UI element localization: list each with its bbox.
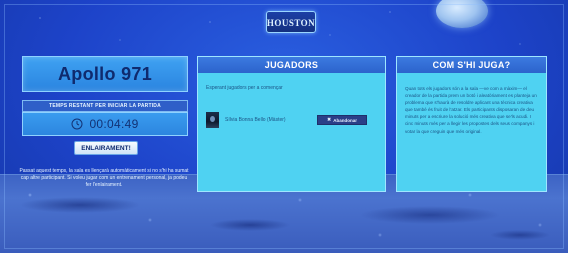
rules-text: Quan tots els jugadors són a la sala —ve… — [405, 86, 537, 134]
players-panel: JUGADORS Esperant jugadors per a comença… — [197, 56, 386, 192]
timer-value: 00:04:49 — [89, 117, 139, 131]
launch-button[interactable]: ENLAIRAMENT! — [74, 141, 138, 155]
player-name: Sílvia Bonna Bello (Màster) — [225, 117, 286, 123]
game-lobby-screen: HOUSTON Apollo 971 TEMPS RESTANT PER INI… — [0, 0, 568, 253]
leave-button-label: Abandonar — [333, 117, 357, 123]
timer-header: TEMPS RESTANT PER INICIAR LA PARTIDA — [22, 100, 188, 112]
players-panel-title: JUGADORS — [198, 57, 385, 73]
rules-panel: COM S'HI JUGA? Quan tots els jugadors só… — [396, 56, 547, 192]
houston-logo: HOUSTON — [266, 11, 316, 33]
rules-panel-title: COM S'HI JUGA? — [397, 57, 546, 73]
close-icon: ✖ — [327, 116, 332, 123]
leave-button[interactable]: ✖ Abandonar — [317, 115, 367, 125]
player-row: Sílvia Bonna Bello (Màster) ✖ Abandonar — [206, 111, 380, 129]
mission-title-box: Apollo 971 — [22, 56, 188, 92]
countdown-timer: 00:04:49 — [22, 112, 188, 136]
waiting-text: Esperant jugadors per a començar — [206, 85, 283, 91]
auto-launch-notice: Passat aquest temps, la sala es llençarà… — [19, 168, 189, 188]
logo-text: HOUSTON — [266, 17, 316, 28]
avatar — [206, 112, 219, 128]
clock-icon — [71, 118, 83, 130]
mission-title: Apollo 971 — [57, 63, 153, 84]
